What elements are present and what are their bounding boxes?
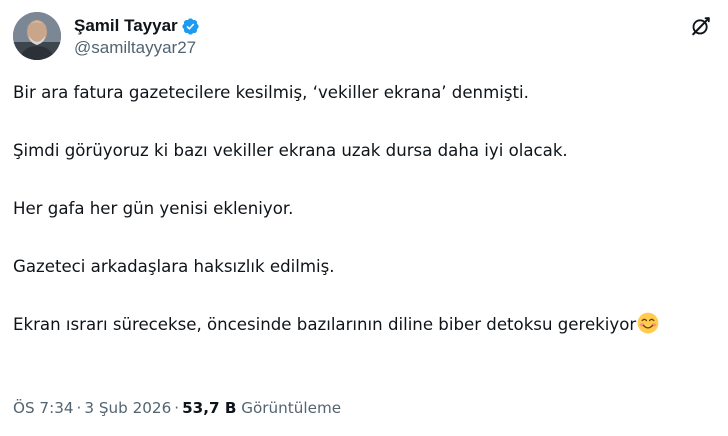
verified-badge-icon	[181, 17, 200, 36]
meta-separator: ·	[174, 399, 180, 417]
tweet-meta: ÖS 7:34 · 3 Şub 2026 · 53,7 B Görüntüleme	[13, 399, 341, 417]
views-label: Görüntüleme	[241, 399, 342, 417]
views-count: 53,7 B	[182, 399, 237, 417]
tweet-paragraph: Her gafa her gün yenisi ekleniyor.	[13, 199, 294, 218]
smiling-face-emoji-icon	[637, 312, 659, 334]
tweet-header: Şamil Tayyar @samiltayyar27	[13, 12, 714, 62]
tweet-text: Bir ara fatura gazetecilere kesilmiş, ‘v…	[13, 78, 713, 339]
tweet-timestamp[interactable]: ÖS 7:34	[13, 399, 74, 417]
tweet-paragraph: Gazeteci arkadaşlara haksızlık edilmiş.	[13, 257, 335, 276]
tweet-paragraph: Şimdi görüyoruz ki bazı vekiller ekrana …	[13, 141, 568, 160]
display-name-row: Şamil Tayyar	[74, 15, 200, 37]
grok-icon[interactable]	[690, 15, 712, 37]
tweet-card: Şamil Tayyar @samiltayyar27 Bir ara fatu…	[0, 0, 728, 436]
meta-separator: ·	[76, 399, 82, 417]
tweet-paragraph: Bir ara fatura gazetecilere kesilmiş, ‘v…	[13, 83, 529, 102]
avatar[interactable]	[13, 12, 61, 60]
author-names: Şamil Tayyar @samiltayyar27	[74, 12, 200, 60]
tweet-paragraph-last: Ekran ısrarı sürecekse, öncesinde bazıla…	[13, 310, 713, 339]
tweet-date[interactable]: 3 Şub 2026	[84, 399, 171, 417]
tweet-paragraph-text: Ekran ısrarı sürecekse, öncesinde bazıla…	[13, 315, 637, 334]
author-handle[interactable]: @samiltayyar27	[74, 38, 200, 58]
author-display-name[interactable]: Şamil Tayyar	[74, 16, 178, 36]
